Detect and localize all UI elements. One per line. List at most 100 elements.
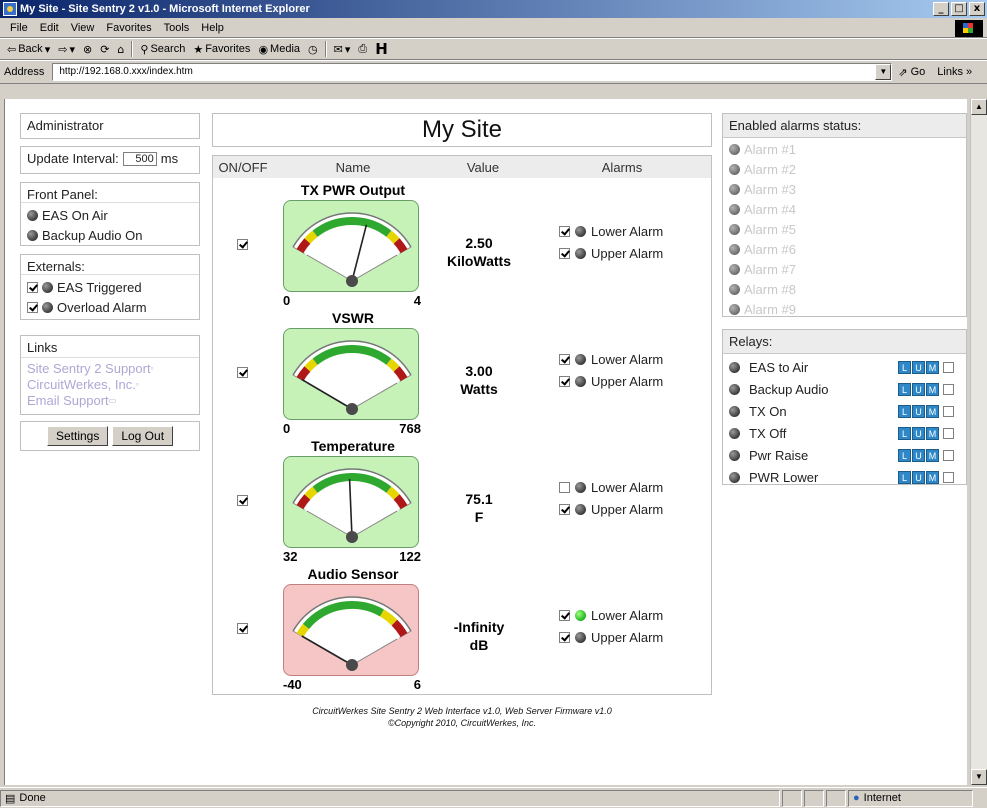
relay-unlatch-button[interactable]: U <box>912 470 925 484</box>
zone-cell: ● Internet <box>848 789 973 807</box>
relay-checkbox[interactable] <box>943 427 954 439</box>
lower-alarm-checkbox[interactable] <box>559 225 570 237</box>
relay-item: TX Off L U M <box>729 422 960 444</box>
scroll-down-icon[interactable]: ▼ <box>971 769 987 785</box>
lower-alarm-checkbox[interactable] <box>559 353 570 365</box>
upper-alarm-label: Upper Alarm <box>591 629 664 645</box>
link-support[interactable]: Site Sentry 2 Support▫ <box>27 361 193 377</box>
edit-button[interactable]: H <box>372 40 391 58</box>
scroll-up-icon[interactable]: ▲ <box>971 99 987 115</box>
menu-tools[interactable]: Tools <box>158 22 196 34</box>
update-interval-input[interactable]: 500 <box>122 151 157 166</box>
links-button[interactable]: Links » <box>937 66 972 78</box>
relay-item: Pwr Raise L U M <box>729 444 960 466</box>
menu-favorites[interactable]: Favorites <box>100 22 157 34</box>
meter-value: 2.50 KiloWatts <box>429 234 529 270</box>
home-button[interactable]: ⌂ <box>114 43 127 56</box>
relay-momentary-button[interactable]: M <box>926 382 939 396</box>
refresh-icon: ⟳ <box>100 42 110 56</box>
forward-button[interactable]: ⇨ ▾ <box>55 43 78 56</box>
stop-button[interactable]: ⊗ <box>80 43 95 56</box>
settings-button[interactable]: Settings <box>46 426 109 446</box>
minimize-button[interactable]: _ <box>933 2 949 16</box>
upper-alarm-label: Upper Alarm <box>591 501 664 517</box>
meter-name: Temperature <box>311 438 395 454</box>
gauge-tick <box>362 227 364 231</box>
upper-alarm-checkbox[interactable] <box>559 631 570 643</box>
lower-alarm-label: Lower Alarm <box>591 223 664 239</box>
meter-enable-checkbox[interactable] <box>237 623 248 634</box>
upper-alarm-checkbox[interactable] <box>559 375 570 387</box>
media-button[interactable]: ◉ Media <box>255 43 303 56</box>
address-input[interactable]: http://192.168.0.xxx/index.htm ▼ <box>52 63 893 81</box>
lower-alarm-checkbox[interactable] <box>559 609 570 621</box>
link-email-support[interactable]: Email Support▭ <box>27 393 193 409</box>
relay-momentary-button[interactable]: M <box>926 360 939 374</box>
relay-latch-button[interactable]: L <box>898 360 911 374</box>
relay-checkbox[interactable] <box>943 405 954 417</box>
relay-label: TX Off <box>749 425 787 441</box>
upper-alarm-led-icon <box>575 247 586 259</box>
close-button[interactable]: x <box>969 2 985 16</box>
vertical-scrollbar[interactable]: ▲ ▼ <box>970 99 987 785</box>
dropdown-arrow-icon: ▾ <box>344 42 351 56</box>
relay-momentary-button[interactable]: M <box>926 426 939 440</box>
menu-view[interactable]: View <box>65 22 101 34</box>
relay-checkbox[interactable] <box>943 361 954 373</box>
relay-controls: L U M <box>898 382 954 396</box>
link-circuitwerkes[interactable]: CircuitWerkes, Inc.▫ <box>27 377 193 393</box>
refresh-button[interactable]: ⟳ <box>97 43 112 56</box>
status-bar: ▤ Done ● Internet <box>0 787 987 808</box>
favorites-button[interactable]: ★ Favorites <box>190 43 253 56</box>
relay-item: Backup Audio L U M <box>729 378 960 400</box>
user-panel: Administrator <box>20 113 200 139</box>
relay-checkbox[interactable] <box>943 449 954 461</box>
relay-momentary-button[interactable]: M <box>926 404 939 418</box>
relay-latch-button[interactable]: L <box>898 470 911 484</box>
gauge-needle-hub <box>346 403 358 415</box>
externals-checkbox[interactable] <box>27 281 38 293</box>
relay-item: TX On L U M <box>729 400 960 422</box>
upper-alarm-checkbox[interactable] <box>559 247 570 259</box>
status-led-icon <box>42 301 53 313</box>
relay-momentary-button[interactable]: M <box>926 448 939 462</box>
externals-checkbox[interactable] <box>27 301 38 313</box>
alarm-led-icon <box>729 203 740 215</box>
gauge-tick <box>362 355 364 359</box>
relay-unlatch-button[interactable]: U <box>912 426 925 440</box>
relay-unlatch-button[interactable]: U <box>912 404 925 418</box>
relay-latch-button[interactable]: L <box>898 404 911 418</box>
relay-latch-button[interactable]: L <box>898 448 911 462</box>
print-button[interactable]: ⎙ <box>355 42 370 56</box>
menu-help[interactable]: Help <box>195 22 230 34</box>
lower-alarm-checkbox[interactable] <box>559 481 570 493</box>
maximize-button[interactable]: □ <box>951 2 967 16</box>
relay-item: EAS to Air L U M <box>729 356 960 378</box>
upper-alarm-checkbox[interactable] <box>559 503 570 515</box>
meter-enable-checkbox[interactable] <box>237 495 248 506</box>
footer-copyright: ©Copyright 2010, CircuitWerkes, Inc. <box>387 718 537 728</box>
meter-enable-checkbox[interactable] <box>237 239 248 250</box>
relay-checkbox[interactable] <box>943 383 954 395</box>
status-cell <box>782 789 802 807</box>
back-button[interactable]: ⇦ Back ▾ <box>4 43 53 56</box>
menu-file[interactable]: File <box>4 22 34 34</box>
menu-edit[interactable]: Edit <box>34 22 65 34</box>
relay-unlatch-button[interactable]: U <box>912 448 925 462</box>
history-button[interactable]: ◷ <box>305 43 321 56</box>
relay-latch-button[interactable]: L <box>898 426 911 440</box>
meter-row: Temperature 32 122 75.1 F Lower Alarm Up… <box>213 438 711 566</box>
upper-alarm-row: Upper Alarm <box>559 242 663 264</box>
mail-button[interactable]: ✉ ▾ <box>331 43 354 56</box>
address-dropdown-icon[interactable]: ▼ <box>875 64 892 80</box>
globe-icon: ● <box>853 792 860 804</box>
relay-checkbox[interactable] <box>943 471 954 483</box>
logout-button[interactable]: Log Out <box>112 426 174 446</box>
relay-unlatch-button[interactable]: U <box>912 382 925 396</box>
go-button[interactable]: ⇗ Go <box>898 66 925 79</box>
relay-momentary-button[interactable]: M <box>926 470 939 484</box>
relay-unlatch-button[interactable]: U <box>912 360 925 374</box>
meter-enable-checkbox[interactable] <box>237 367 248 378</box>
relay-latch-button[interactable]: L <box>898 382 911 396</box>
search-button[interactable]: ⚲ Search <box>137 43 188 56</box>
